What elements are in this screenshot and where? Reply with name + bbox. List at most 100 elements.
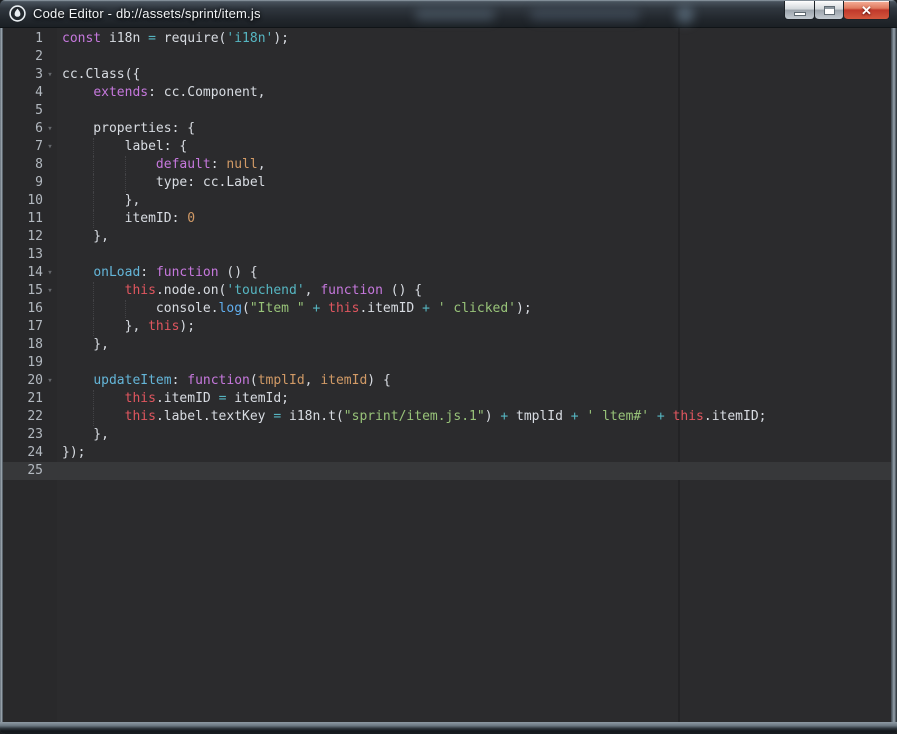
line-number: 18 xyxy=(27,337,43,352)
code-line[interactable]: label: { xyxy=(57,138,891,156)
code-line[interactable]: type: cc.Label xyxy=(57,174,891,192)
code-token: }, xyxy=(62,337,109,352)
gutter-row[interactable]: 13 xyxy=(3,246,57,264)
titlebar-glass-reflection xyxy=(530,9,640,21)
code-token: }, xyxy=(62,229,109,244)
gutter-row[interactable]: 18 xyxy=(3,336,57,354)
titlebar-glass-reflection xyxy=(676,6,694,24)
gutter-row[interactable]: 14 ▾ xyxy=(3,264,57,282)
code-line[interactable] xyxy=(57,102,891,120)
code-line[interactable]: }, this); xyxy=(57,318,891,336)
gutter-row[interactable]: 15 ▾ xyxy=(3,282,57,300)
code-token: ); xyxy=(179,319,196,334)
code-line[interactable]: onLoad: function () { xyxy=(57,264,891,282)
code-line[interactable]: updateItem: function(tmplId, itemId) { xyxy=(57,372,891,390)
gutter-row[interactable]: 22 xyxy=(3,408,57,426)
code-area[interactable]: const i18n = require('i18n'); cc.Class({ … xyxy=(57,28,891,722)
gutter-row[interactable]: 16 xyxy=(3,300,57,318)
code-token: : xyxy=(140,265,156,280)
code-token: const xyxy=(62,31,102,46)
code-line[interactable]: }, xyxy=(57,336,891,354)
gutter-row[interactable]: 8 xyxy=(3,156,57,174)
gutter-row[interactable]: 11 xyxy=(3,210,57,228)
gutter-row[interactable]: 25 xyxy=(3,462,57,480)
gutter-row[interactable]: 10 xyxy=(3,192,57,210)
code-line[interactable]: default: null, xyxy=(57,156,891,174)
line-number: 19 xyxy=(27,355,43,370)
gutter-row[interactable]: 23 xyxy=(3,426,57,444)
code-token: , xyxy=(304,283,321,298)
code-line[interactable]: }); xyxy=(57,444,891,462)
code-line[interactable]: this.label.textKey = i18n.t("sprint/item… xyxy=(57,408,891,426)
code-token: require( xyxy=(155,31,227,46)
code-line[interactable]: this.node.on('touchend', function () { xyxy=(57,282,891,300)
code-token: () { xyxy=(382,283,423,298)
code-token: this xyxy=(124,391,156,406)
fold-toggle-icon[interactable]: ▾ xyxy=(43,138,57,156)
gutter-row[interactable]: 21 xyxy=(3,390,57,408)
code-line[interactable]: const i18n = require('i18n'); xyxy=(57,30,891,48)
code-line[interactable]: console.log("Item " + this.itemID + ' cl… xyxy=(57,300,891,318)
gutter-row[interactable]: 20 ▾ xyxy=(3,372,57,390)
gutter-row[interactable]: 4 xyxy=(3,84,57,102)
gutter-row[interactable]: 3 ▾ xyxy=(3,66,57,84)
line-number: 2 xyxy=(35,49,43,64)
titlebar[interactable]: Code Editor - db://assets/sprint/item.js… xyxy=(0,0,897,28)
gutter-row[interactable]: 2 xyxy=(3,48,57,66)
indent-guide xyxy=(93,138,95,156)
indent-guide xyxy=(93,192,95,210)
gutter-row[interactable]: 9 xyxy=(3,174,57,192)
code-line[interactable]: }, xyxy=(57,192,891,210)
fold-toggle-icon[interactable]: ▾ xyxy=(43,120,57,138)
code-line[interactable]: extends: cc.Component, xyxy=(57,84,891,102)
code-token: properties: { xyxy=(62,121,196,136)
gutter-row[interactable]: 7 ▾ xyxy=(3,138,57,156)
code-token: 0 xyxy=(187,211,196,226)
code-line[interactable]: cc.Class({ xyxy=(57,66,891,84)
gutter-row[interactable]: 6 ▾ xyxy=(3,120,57,138)
code-line[interactable] xyxy=(57,462,891,480)
code-token: + xyxy=(570,409,579,424)
gutter-row[interactable]: 12 xyxy=(3,228,57,246)
code-line[interactable] xyxy=(57,246,891,264)
code-line[interactable] xyxy=(57,48,891,66)
code-line[interactable]: properties: { xyxy=(57,120,891,138)
code-token: .itemID xyxy=(155,391,219,406)
minimize-button[interactable] xyxy=(784,1,815,20)
gutter-row[interactable]: 1 xyxy=(3,30,57,48)
close-button[interactable]: ✕ xyxy=(844,1,890,20)
code-token: ( xyxy=(249,373,258,388)
code-token: = xyxy=(273,409,282,424)
gutter-row[interactable]: 5 xyxy=(3,102,57,120)
line-number: 13 xyxy=(27,247,43,262)
gutter[interactable]: 1 2 3 ▾ 4 5 6 ▾ 7 ▾ 8 9 10 11 12 13 14 ▾ 15 ▾ 16 17 18 19 20 ▾ 21 2… xyxy=(3,28,57,722)
code-line[interactable] xyxy=(57,354,891,372)
gutter-row[interactable]: 17 xyxy=(3,318,57,336)
code-token: "Item " xyxy=(249,301,305,316)
gutter-row[interactable]: 19 xyxy=(3,354,57,372)
code-editor[interactable]: 1 2 3 ▾ 4 5 6 ▾ 7 ▾ 8 9 10 11 12 13 14 ▾ 15 ▾ 16 17 18 19 20 ▾ 21 2… xyxy=(3,28,891,722)
gutter-row[interactable]: 24 xyxy=(3,444,57,462)
code-token: label: { xyxy=(62,139,188,154)
fold-toggle-icon[interactable]: ▾ xyxy=(43,66,57,84)
close-icon: ✕ xyxy=(861,2,872,18)
code-token: () { xyxy=(218,265,258,280)
code-line[interactable]: }, xyxy=(57,228,891,246)
code-line[interactable]: itemID: 0 xyxy=(57,210,891,228)
maximize-button[interactable] xyxy=(815,1,844,20)
fold-toggle-icon[interactable]: ▾ xyxy=(43,372,57,390)
code-line[interactable]: this.itemID = itemId; xyxy=(57,390,891,408)
fold-toggle-icon[interactable]: ▾ xyxy=(43,282,57,300)
indent-guide xyxy=(93,210,95,228)
code-line[interactable]: }, xyxy=(57,426,891,444)
line-number: 6 xyxy=(35,121,43,136)
fold-toggle-icon[interactable]: ▾ xyxy=(43,264,57,282)
code-token: this xyxy=(124,409,156,424)
